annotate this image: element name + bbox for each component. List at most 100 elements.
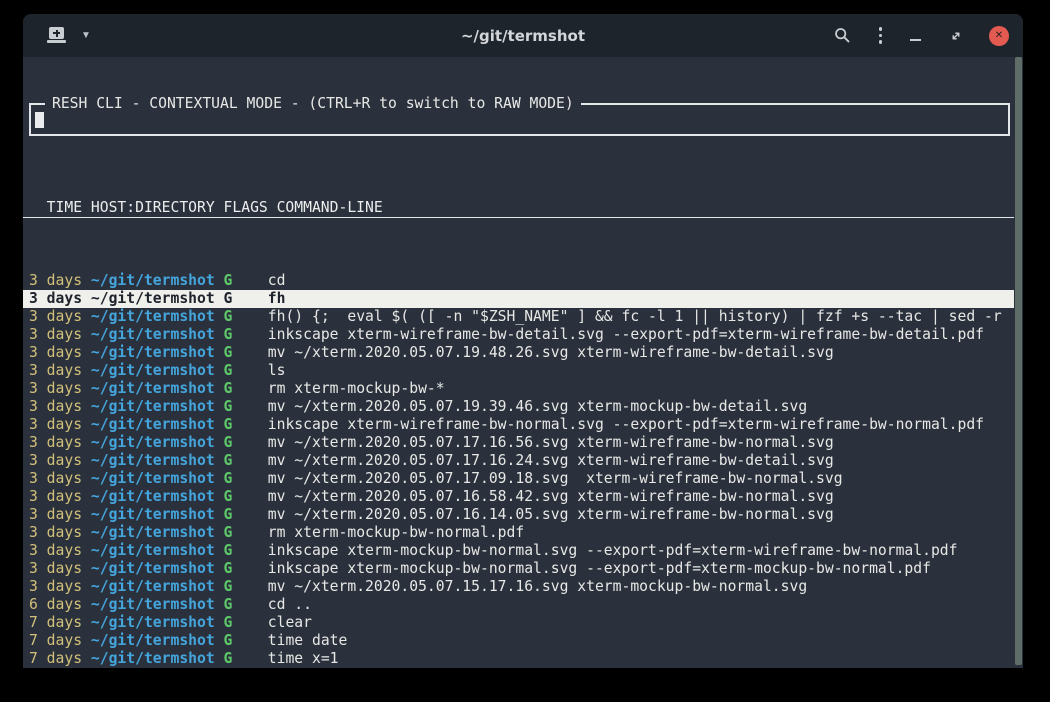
chevron-down-icon: ▼ [81, 31, 91, 41]
row-command: fh() {; eval $( ([ -n "$ZSH_NAME" ] && f… [268, 308, 1002, 325]
row-command: mv ~/xterm.2020.05.07.17.09.18.svg xterm… [268, 470, 843, 487]
row-host-directory: ~/git/termshot [91, 362, 215, 379]
row-command: clear [268, 614, 312, 631]
history-row[interactable]: 3 days ~/git/termshot G inkscape xterm-w… [23, 326, 1014, 344]
restore-window-icon [949, 29, 963, 43]
history-row[interactable]: 3 days ~/git/termshot G mv ~/xterm.2020.… [23, 344, 1014, 362]
row-time: 3 days [29, 434, 82, 451]
row-host-directory: ~/git/termshot [91, 308, 215, 325]
minimize-icon [910, 39, 921, 41]
history-row[interactable]: 7 days ~/git/termshot G clear [23, 614, 1014, 632]
row-host-directory: ~/git/termshot [91, 560, 215, 577]
row-time: 3 days [29, 470, 82, 487]
row-command: rm xterm-mockup-bw-normal.pdf [268, 524, 524, 541]
history-row[interactable]: 3 days ~/git/termshot G mv ~/xterm.2020.… [23, 398, 1014, 416]
row-time: 3 days [29, 380, 82, 397]
search-icon [834, 27, 851, 44]
restore-button[interactable] [947, 27, 965, 45]
history-row[interactable]: 3 days ~/git/termshot G rm xterm-mockup-… [23, 380, 1014, 398]
row-host-directory: ~/git/termshot [91, 650, 215, 667]
row-flags: G [224, 362, 233, 379]
row-command: time date [268, 632, 348, 649]
row-flags: G [224, 470, 233, 487]
row-command: mv ~/xterm.2020.05.07.17.16.56.svg xterm… [268, 434, 834, 451]
row-host-directory: ~/git/termshot [91, 578, 215, 595]
desktop-background: ▼ ~/git/termshot [0, 0, 1050, 702]
row-flags: G [224, 416, 233, 433]
row-time: 3 days [29, 416, 82, 433]
close-icon: ✕ [995, 30, 1003, 41]
history-row[interactable]: 7 days ~/git/termshot G time date [23, 632, 1014, 650]
history-row[interactable]: 3 days ~/git/termshot G inkscape xterm-m… [23, 560, 1014, 578]
history-row[interactable]: 3 days ~/git/termshot G mv ~/xterm.2020.… [23, 452, 1014, 470]
row-host-directory: ~/git/termshot [91, 524, 215, 541]
menu-button[interactable] [877, 25, 885, 46]
new-tab-button[interactable] [45, 25, 69, 46]
row-host-directory: ~/git/termshot [91, 344, 215, 361]
search-button[interactable] [832, 25, 853, 46]
row-command: mv ~/xterm.2020.05.07.17.16.24.svg xterm… [268, 452, 834, 469]
history-row[interactable]: 6 days ~/git/termshot G cd .. [23, 596, 1014, 614]
row-command: mv ~/xterm.2020.05.07.19.48.26.svg xterm… [268, 344, 834, 361]
row-time: 3 days [29, 326, 82, 343]
history-row[interactable]: 3 days ~/git/termshot G inkscape xterm-w… [23, 416, 1014, 434]
row-flags: G [224, 344, 233, 361]
row-flags: G [224, 308, 233, 325]
titlebar: ▼ ~/git/termshot [23, 14, 1023, 57]
row-command: mv ~/xterm.2020.05.07.16.14.05.svg xterm… [268, 506, 834, 523]
row-flags: G [224, 632, 233, 649]
row-time: 7 days [29, 650, 82, 667]
history-row[interactable]: 3 days ~/git/termshot G mv ~/xterm.2020.… [23, 506, 1014, 524]
minimize-button[interactable] [908, 29, 923, 43]
text-cursor [35, 112, 44, 128]
row-time: 7 days [29, 614, 82, 631]
row-flags: G [224, 614, 233, 631]
row-time: 3 days [29, 398, 82, 415]
row-host-directory: ~/git/termshot [91, 488, 215, 505]
search-input-box[interactable]: RESH CLI - CONTEXTUAL MODE - (CTRL+R to … [29, 103, 1010, 136]
tab-dropdown-button[interactable]: ▼ [79, 29, 93, 43]
history-row[interactable]: 3 days ~/git/termshot G inkscape xterm-m… [23, 542, 1014, 560]
history-row[interactable]: 3 days ~/git/termshot G fh() {; eval $( … [23, 308, 1014, 326]
scrollbar-thumb[interactable] [1015, 57, 1022, 665]
row-host-directory: ~/git/termshot [91, 398, 215, 415]
row-flags: G [224, 506, 233, 523]
terminal-window: ▼ ~/git/termshot [23, 14, 1023, 668]
history-list: 3 days ~/git/termshot G cd3 days ~/git/t… [23, 272, 1014, 668]
history-row[interactable]: 3 days ~/git/termshot G fh [23, 290, 1014, 308]
row-host-directory: ~/git/termshot [91, 326, 215, 343]
history-row[interactable]: 7 days ~/git/termshot G time x=1 [23, 650, 1014, 668]
new-terminal-icon [47, 27, 67, 44]
terminal-content: RESH CLI - CONTEXTUAL MODE - (CTRL+R to … [23, 57, 1023, 668]
history-row[interactable]: 3 days ~/git/termshot G mv ~/xterm.2020.… [23, 470, 1014, 488]
row-flags: G [224, 272, 233, 289]
close-button[interactable]: ✕ [989, 26, 1009, 46]
row-host-directory: ~/git/termshot [91, 272, 215, 289]
row-command: inkscape xterm-mockup-bw-normal.svg --ex… [268, 560, 931, 577]
row-time: 3 days [29, 308, 82, 325]
row-command: mv ~/xterm.2020.05.07.16.58.42.svg xterm… [268, 488, 834, 505]
row-flags: G [224, 290, 233, 307]
titlebar-right-controls: ✕ [823, 25, 1023, 46]
row-host-directory: ~/git/termshot [91, 506, 215, 523]
history-row[interactable]: 3 days ~/git/termshot G mv ~/xterm.2020.… [23, 488, 1014, 506]
row-host-directory: ~/git/termshot [91, 434, 215, 451]
row-flags: G [224, 326, 233, 343]
history-row[interactable]: 3 days ~/git/termshot G mv ~/xterm.2020.… [23, 578, 1014, 596]
history-row[interactable]: 3 days ~/git/termshot G cd [23, 272, 1014, 290]
row-time: 3 days [29, 524, 82, 541]
row-host-directory: ~/git/termshot [91, 614, 215, 631]
row-flags: G [224, 650, 233, 667]
row-command: inkscape xterm-wireframe-bw-normal.svg -… [268, 416, 984, 433]
history-row[interactable]: 3 days ~/git/termshot G mv ~/xterm.2020.… [23, 434, 1014, 452]
table-header: TIME HOST:DIRECTORY FLAGS COMMAND-LINE [23, 199, 1014, 218]
row-time: 3 days [29, 362, 82, 379]
row-flags: G [224, 434, 233, 451]
row-command: cd [268, 272, 286, 289]
row-flags: G [224, 398, 233, 415]
history-row[interactable]: 3 days ~/git/termshot G rm xterm-mockup-… [23, 524, 1014, 542]
row-command: inkscape xterm-mockup-bw-normal.svg --ex… [268, 542, 958, 559]
row-host-directory: ~/git/termshot [91, 596, 215, 613]
history-row[interactable]: 3 days ~/git/termshot G ls [23, 362, 1014, 380]
row-time: 3 days [29, 272, 82, 289]
